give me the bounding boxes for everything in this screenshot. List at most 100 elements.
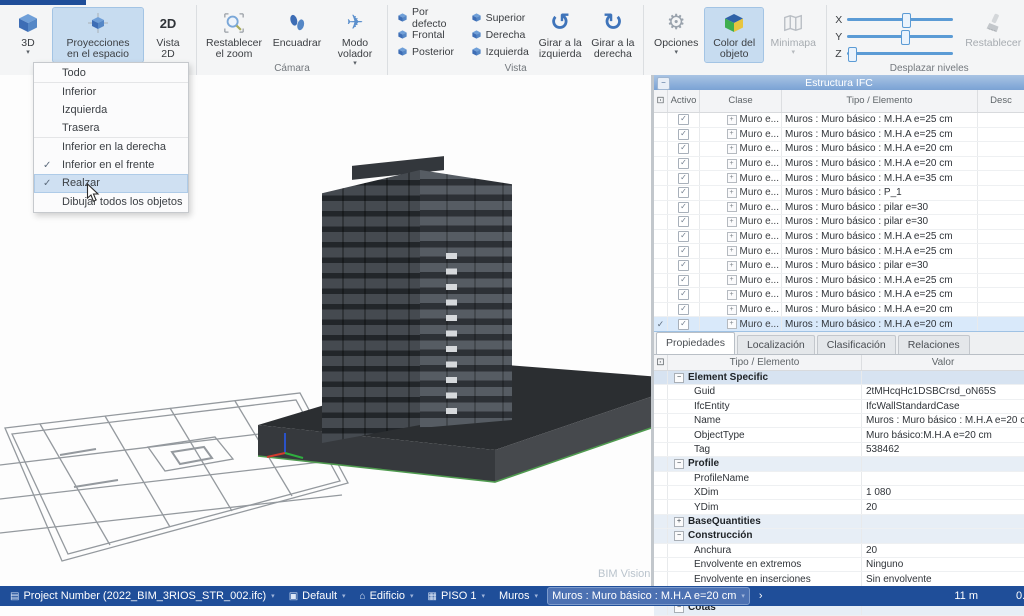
checkbox-checked-icon[interactable]: ✓ [678, 260, 689, 271]
expand-icon[interactable]: + [727, 129, 737, 139]
breadcrumb-item[interactable]: ▣ Default ▾ [285, 588, 350, 604]
row-active-cell[interactable]: ✓ [668, 303, 700, 317]
prop-value-cell[interactable]: IfcWallStandardCase [862, 400, 1024, 413]
expand-icon[interactable]: + [727, 261, 737, 271]
checkbox-checked-icon[interactable]: ✓ [678, 231, 689, 242]
menu-item[interactable]: ✓ Inferior en la derecha [34, 138, 188, 156]
row-active-cell[interactable]: ✓ [668, 171, 700, 185]
checkbox-checked-icon[interactable]: ✓ [678, 216, 689, 227]
prop-value-cell[interactable] [862, 472, 1024, 485]
rotate-right-button[interactable]: ↻ Girar a la derecha [588, 8, 639, 62]
breadcrumb-item[interactable]: Muros ▾ [495, 588, 542, 604]
ifc-table-row[interactable]: ✓ ✓ +Muro e... Muros : Muro básico : M.H… [654, 303, 1024, 318]
checkbox-checked-icon[interactable]: ✓ [678, 289, 689, 300]
expand-icon[interactable]: + [727, 144, 737, 154]
property-row[interactable]: +BaseQuantities [654, 515, 1024, 529]
checkbox-checked-icon[interactable]: ✓ [678, 158, 689, 169]
ifc-table-row[interactable]: ✓ ✓ +Muro e... Muros : Muro básico : pil… [654, 259, 1024, 274]
checkbox-checked-icon[interactable]: ✓ [678, 319, 689, 330]
property-row[interactable]: YDim 20 [654, 500, 1024, 514]
prop-value-cell[interactable]: 538462 [862, 443, 1024, 456]
pin-column-icon[interactable]: ⊡ [654, 355, 668, 370]
expand-icon[interactable]: + [727, 246, 737, 256]
property-row[interactable]: Envolvente en extremos Ninguno [654, 558, 1024, 572]
frame-button[interactable]: Encuadrar [268, 8, 326, 51]
expand-icon[interactable]: + [727, 217, 737, 227]
slider-handle[interactable] [901, 30, 910, 45]
property-row[interactable]: −Element Specific [654, 371, 1024, 385]
checkbox-checked-icon[interactable]: ✓ [678, 275, 689, 286]
minimap-button[interactable]: Minimapa ▾ [765, 8, 821, 58]
ifc-table-row[interactable]: ✓ ✓ +Muro e... Muros : Muro básico : pil… [654, 201, 1024, 216]
menu-item[interactable]: ✓ Izquierda [34, 101, 188, 119]
ifc-table-row[interactable]: ✓ ✓ +Muro e... Muros : Muro básico : pil… [654, 215, 1024, 230]
properties-tab[interactable]: Localización [737, 335, 815, 354]
row-active-cell[interactable]: ✓ [668, 274, 700, 288]
expand-icon[interactable]: + [727, 290, 737, 300]
ifc-table-row[interactable]: ✓ ✓ +Muro e... Muros : Muro básico : P_1 [654, 186, 1024, 201]
expand-icon[interactable]: + [727, 305, 737, 315]
space-projections-button[interactable]: Proyecciones en el espacio [53, 8, 143, 62]
reset-levels-button[interactable]: Restablecer [960, 8, 1024, 51]
property-row[interactable]: ProfileName [654, 472, 1024, 486]
menu-item[interactable]: ✓ Dibujar todos los objetos [34, 193, 188, 211]
breadcrumb-item[interactable]: Muros : Muro básico : M.H.A e=20 cm ▾ [548, 588, 749, 604]
view-preset-button[interactable]: Izquierda [468, 43, 532, 60]
fly-mode-button[interactable]: ✈ Modo volador ▾ [328, 8, 382, 69]
prop-value-cell[interactable]: 1 080 [862, 486, 1024, 499]
row-active-cell[interactable]: ✓ [668, 244, 700, 258]
slider-track[interactable] [847, 18, 953, 21]
breadcrumb-item[interactable]: › ▾ [755, 588, 767, 604]
prop-value-cell[interactable]: Ninguno [862, 558, 1024, 571]
properties-tab[interactable]: Clasificación [817, 335, 896, 354]
checkbox-checked-icon[interactable]: ✓ [678, 304, 689, 315]
prop-value-cell[interactable]: 20 [862, 544, 1024, 557]
prop-value-cell[interactable]: 2tMHcqHc1DSBCrsd_oN65S [862, 385, 1024, 398]
group-expander-icon[interactable]: − [674, 373, 684, 383]
slider-track[interactable] [847, 35, 953, 38]
ifc-table-row[interactable]: ✓ ✓ +Muro e... Muros : Muro básico : M.H… [654, 244, 1024, 259]
row-active-cell[interactable]: ✓ [668, 288, 700, 302]
col-clase[interactable]: Clase [700, 90, 782, 112]
object-color-button[interactable]: Color del objeto [705, 8, 763, 62]
prop-value-cell[interactable]: Muros : Muro básico : M.H.A e=20 cm [862, 414, 1024, 427]
expand-icon[interactable]: + [727, 188, 737, 198]
expand-icon[interactable]: + [727, 115, 737, 125]
expand-icon[interactable]: + [727, 319, 737, 329]
checkbox-checked-icon[interactable]: ✓ [678, 114, 689, 125]
group-expander-icon[interactable]: − [674, 531, 684, 541]
checkbox-checked-icon[interactable]: ✓ [678, 187, 689, 198]
property-row[interactable]: ObjectType Muro básico:M.H.A e=20 cm [654, 428, 1024, 442]
view-3d-button[interactable]: 3D ▾ [5, 8, 51, 58]
row-active-cell[interactable]: ✓ [668, 113, 700, 127]
ifc-table-row[interactable]: ✓ ✓ +Muro e... Muros : Muro básico : M.H… [654, 171, 1024, 186]
row-active-cell[interactable]: ✓ [668, 157, 700, 171]
slider-handle[interactable] [848, 47, 857, 62]
view-preset-button[interactable]: Superior [468, 9, 532, 26]
property-row[interactable]: −Construcción [654, 529, 1024, 543]
view-preset-button[interactable]: Frontal [394, 26, 464, 43]
col-prop-tipo[interactable]: Tipo / Elemento [668, 355, 862, 370]
checkbox-checked-icon[interactable]: ✓ [678, 246, 689, 257]
ifc-table-row[interactable]: ✓ ✓ +Muro e... Muros : Muro básico : M.H… [654, 317, 1024, 332]
row-active-cell[interactable]: ✓ [668, 201, 700, 215]
breadcrumb-item[interactable]: ▦ PISO 1 ▾ [424, 588, 489, 604]
menu-item[interactable]: ✓ Realzar [34, 174, 188, 193]
expand-icon[interactable]: + [727, 275, 737, 285]
property-row[interactable]: Tag 538462 [654, 443, 1024, 457]
menu-item[interactable]: ✓ Inferior en el frente [34, 156, 188, 174]
view-preset-button[interactable]: Posterior [394, 43, 464, 60]
row-active-cell[interactable]: ✓ [668, 142, 700, 156]
row-active-cell[interactable]: ✓ [668, 317, 700, 331]
reset-zoom-button[interactable]: Restablecer el zoom [202, 8, 266, 62]
options-button[interactable]: ⚙ Opciones ▾ [649, 8, 703, 58]
col-descripcion[interactable]: Desc [978, 90, 1024, 112]
slider-handle[interactable] [902, 13, 911, 28]
col-activo[interactable]: Activo [668, 90, 700, 112]
rotate-left-button[interactable]: ↺ Girar a la izquierda [535, 8, 586, 62]
row-active-cell[interactable]: ✓ [668, 215, 700, 229]
checkbox-checked-icon[interactable]: ✓ [678, 202, 689, 213]
expand-icon[interactable]: + [727, 159, 737, 169]
expand-icon[interactable]: + [727, 202, 737, 212]
property-row[interactable]: Guid 2tMHcqHc1DSBCrsd_oN65S [654, 385, 1024, 399]
